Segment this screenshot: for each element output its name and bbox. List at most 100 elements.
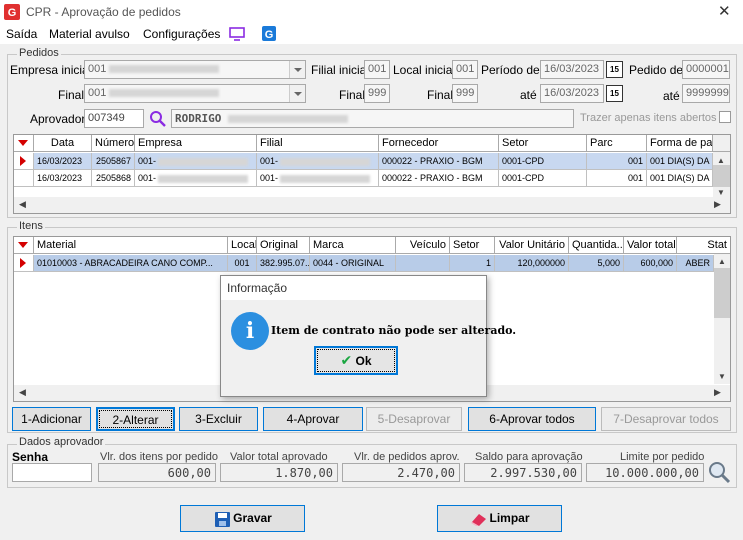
close-icon[interactable]: ✕ <box>718 2 731 20</box>
alterar-button[interactable]: 2-Alterar <box>96 407 175 431</box>
calendar-icon[interactable]: 15 <box>606 61 623 78</box>
cell-original[interactable]: 382.995.07... <box>257 255 310 272</box>
scroll-right-icon[interactable]: ▶ <box>714 387 721 398</box>
col-numero[interactable]: Número <box>92 135 135 152</box>
local-inicial-input[interactable]: 001 <box>452 60 478 79</box>
cell-data[interactable]: 16/03/2023 <box>34 170 92 187</box>
col-filial[interactable]: Filial <box>257 135 379 152</box>
periodo-de-input[interactable]: 16/03/2023 <box>540 60 604 79</box>
scroll-up-icon[interactable]: ▲ <box>718 257 726 266</box>
sort-header[interactable] <box>14 135 34 152</box>
empresa-final-select[interactable]: 001 <box>84 84 306 103</box>
periodo-ate-label: até <box>520 88 537 102</box>
horizontal-scrollbar[interactable]: ◀ ▶ <box>14 197 730 213</box>
scroll-left-icon[interactable]: ◀ <box>19 387 26 398</box>
col-valor-total[interactable]: Valor total <box>624 237 677 254</box>
menu-saida[interactable]: Saída <box>6 27 37 41</box>
senha-input[interactable] <box>12 463 92 482</box>
zoom-search-icon[interactable] <box>707 460 731 484</box>
adicionar-button[interactable]: 1-Adicionar <box>12 407 91 431</box>
orders-grid[interactable]: Data Número Empresa Filial Fornecedor Se… <box>13 134 731 214</box>
gravar-button[interactable]: Gravar <box>180 505 305 532</box>
row-indicator[interactable] <box>14 153 34 170</box>
aprovar-todos-button[interactable]: 6-Aprovar todos <box>468 407 596 431</box>
calendar-icon[interactable]: 15 <box>606 85 623 102</box>
trazer-itens-checkbox[interactable] <box>719 111 731 123</box>
aprovar-button[interactable]: 4-Aprovar <box>263 407 363 431</box>
monitor-icon[interactable] <box>229 27 245 41</box>
col-valor-unitario[interactable]: Valor Unitário <box>495 237 569 254</box>
cell-quantidade[interactable]: 5,000 <box>569 255 624 272</box>
pedido-ate-input[interactable]: 9999999 <box>682 84 730 103</box>
filial-inicial-input[interactable]: 001 <box>364 60 390 79</box>
col-marca[interactable]: Marca <box>310 237 396 254</box>
cell-numero[interactable]: 2505868 <box>92 170 135 187</box>
desaprovar-todos-button[interactable]: 7-Desaprovar todos <box>601 407 731 431</box>
cell-fornecedor[interactable]: 000022 - PRAXIO - BGM <box>379 170 499 187</box>
scroll-down-icon[interactable]: ▼ <box>717 188 725 197</box>
cell-data[interactable]: 16/03/2023 <box>34 153 92 170</box>
aprovador-code-input[interactable]: 007349 <box>84 109 144 128</box>
menu-configuracoes[interactable]: Configurações <box>143 27 220 41</box>
limpar-button[interactable]: Limpar <box>437 505 562 532</box>
filial-final-input[interactable]: 999 <box>364 84 390 103</box>
col-veiculo[interactable]: Veículo <box>396 237 450 254</box>
cell-parc[interactable]: 001 <box>587 153 647 170</box>
local-final-input[interactable]: 999 <box>452 84 478 103</box>
scroll-thumb[interactable] <box>714 268 730 318</box>
scroll-down-icon[interactable]: ▼ <box>718 372 726 381</box>
cell-fornecedor[interactable]: 000022 - PRAXIO - BGM <box>379 153 499 170</box>
cell-valor-total[interactable]: 600,000 <box>624 255 677 272</box>
col-setor[interactable]: Setor <box>450 237 495 254</box>
cell-setor[interactable]: 0001-CPD <box>499 153 587 170</box>
cell-material[interactable]: 01010003 - ABRACADEIRA CANO COMP... <box>34 255 228 272</box>
col-quantidade[interactable]: Quantida... <box>569 237 624 254</box>
cell-veiculo[interactable] <box>396 255 450 272</box>
search-icon[interactable] <box>149 110 167 128</box>
scroll-right-icon[interactable]: ▶ <box>714 199 721 210</box>
col-fornecedor[interactable]: Fornecedor <box>379 135 499 152</box>
col-setor[interactable]: Setor <box>499 135 587 152</box>
ok-button[interactable]: ✔ Ok <box>314 346 398 375</box>
row-indicator[interactable] <box>14 255 34 272</box>
col-forma[interactable]: Forma de paga <box>647 135 713 152</box>
dados-aprovador-label: Dados aprovador <box>17 436 106 448</box>
limite-value: 10.000.000,00 <box>586 463 704 482</box>
scroll-left-icon[interactable]: ◀ <box>19 199 26 210</box>
cell-parc[interactable]: 001 <box>587 170 647 187</box>
cell-local[interactable]: 001 <box>228 255 257 272</box>
cell-empresa[interactable]: 001- <box>135 153 257 170</box>
vertical-scrollbar[interactable]: ▲ ▼ <box>713 152 730 197</box>
cell-numero[interactable]: 2505867 <box>92 153 135 170</box>
col-stat[interactable]: Stat <box>677 237 730 254</box>
col-data[interactable]: Data <box>34 135 92 152</box>
cell-setor[interactable]: 1 <box>450 255 495 272</box>
cell-setor[interactable]: 0001-CPD <box>499 170 587 187</box>
col-empresa[interactable]: Empresa <box>135 135 257 152</box>
scroll-thumb[interactable] <box>713 165 730 187</box>
desaprovar-button[interactable]: 5-Desaprovar <box>366 407 462 431</box>
col-material[interactable]: Material <box>34 237 228 254</box>
periodo-ate-input[interactable]: 16/03/2023 <box>540 84 604 103</box>
cell-filial[interactable]: 001- <box>257 170 379 187</box>
row-pointer-icon <box>20 156 26 166</box>
col-original[interactable]: Original <box>257 237 310 254</box>
col-local[interactable]: Local <box>228 237 257 254</box>
menu-material-avulso[interactable]: Material avulso <box>49 27 130 41</box>
cell-valor-unitario[interactable]: 120,000000 <box>495 255 569 272</box>
cell-forma[interactable]: 001 DIA(S) DA <box>647 153 713 170</box>
sort-header[interactable] <box>14 237 34 254</box>
cell-forma[interactable]: 001 DIA(S) DA <box>647 170 713 187</box>
cell-marca[interactable]: 0044 - ORIGINAL <box>310 255 396 272</box>
cell-empresa[interactable]: 001- <box>135 170 257 187</box>
scroll-up-icon[interactable]: ▲ <box>717 156 725 165</box>
row-indicator[interactable] <box>14 170 34 187</box>
cell-stat[interactable]: ABER <box>677 255 714 272</box>
g-logo-icon[interactable]: G <box>262 26 276 41</box>
pedido-de-input[interactable]: 0000001 <box>682 60 730 79</box>
cell-filial[interactable]: 001- <box>257 153 379 170</box>
excluir-button[interactable]: 3-Excluir <box>179 407 258 431</box>
vertical-scrollbar[interactable]: ▲ ▼ <box>714 254 730 384</box>
empresa-inicial-select[interactable]: 001 <box>84 60 306 79</box>
col-parc[interactable]: Parc <box>587 135 647 152</box>
